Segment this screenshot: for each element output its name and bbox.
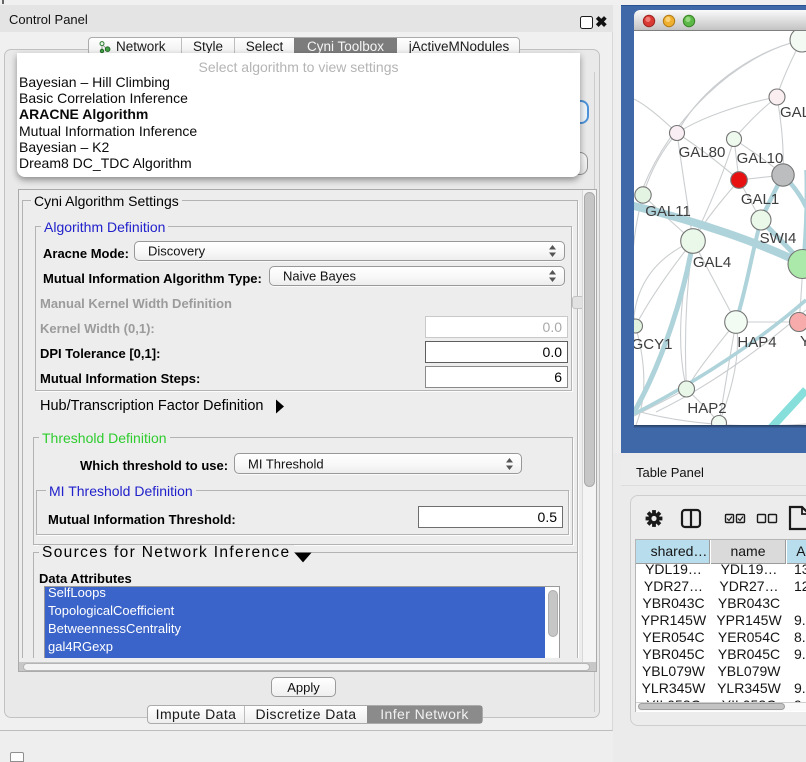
svg-text:GAL1: GAL1 <box>741 191 779 208</box>
svg-text:SWI4: SWI4 <box>760 230 797 247</box>
svg-text:YMR: YMR <box>800 333 806 350</box>
svg-text:GAL7: GAL7 <box>780 104 806 121</box>
svg-text:GAL10: GAL10 <box>737 150 784 167</box>
svg-text:HAP2: HAP2 <box>687 400 726 417</box>
svg-text:GAL80: GAL80 <box>679 144 726 161</box>
svg-text:HAP4: HAP4 <box>737 334 776 351</box>
svg-text:GCY1: GCY1 <box>634 336 672 353</box>
svg-text:GAL4: GAL4 <box>693 254 731 271</box>
svg-text:GAL11: GAL11 <box>645 203 691 220</box>
